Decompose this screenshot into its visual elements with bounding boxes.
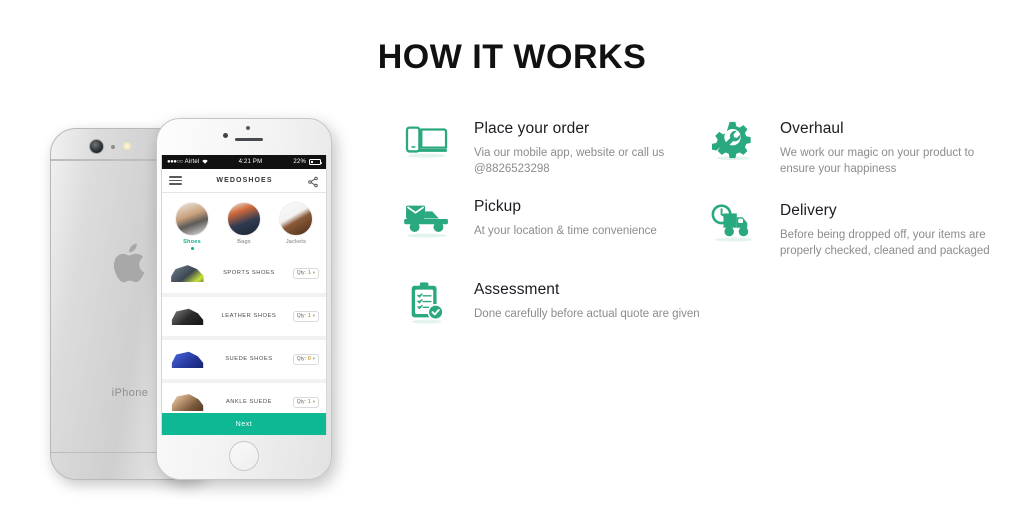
product-image-ankle-suede [171,394,204,411]
feature-description: We work our magic on your product to ens… [780,147,975,176]
category-item-shoes[interactable]: Shoes [170,202,214,250]
signal-strength-icon: ●●●○○ [167,159,183,165]
wifi-icon [201,159,208,166]
feature-description: At your location & time convenience [474,224,657,237]
feature-title: Delivery [780,201,837,219]
chevron-down-icon[interactable]: ▾ [313,399,315,405]
features-grid: Place your order Via our mobile app, web… [396,118,1008,347]
feature-delivery: Delivery Before being dropped off, your … [702,200,1008,282]
earpiece-speaker-icon [235,138,263,141]
status-time: 4:21 PM [238,159,263,165]
quantity-label: Qty: [296,399,306,405]
phone-mockup: iPhone ●●●○○ Airtel 4:21 PM 22% WEDOSHOE… [28,110,358,490]
category-thumbnail-shoes [175,202,209,236]
phone-front-view: ●●●○○ Airtel 4:21 PM 22% WEDOSHOES Shoes… [156,118,332,480]
front-camera-icon [223,133,228,138]
carrier-label: Airtel [184,159,200,165]
quantity-value: 1 [307,270,311,276]
product-image-leather-shoes [171,308,204,325]
product-image-sports-shoes [171,265,204,282]
pickup-truck-icon [396,196,458,260]
product-name: LEATHER SHOES [221,313,277,319]
product-list: SPORTS SHOES Qty: 1 ▾ LEATHER SHOES Qty:… [162,253,326,422]
quantity-label: Qty: [296,313,306,319]
feature-title: Assessment [474,281,560,299]
product-name: ANKLE SUEDE [225,399,272,405]
feature-description: Via our mobile app, website or call us @… [474,147,665,176]
hamburger-icon[interactable] [169,174,182,188]
app-header: WEDOSHOES [162,169,326,193]
phone-chin [157,435,331,479]
gear-wrench-icon [702,118,764,178]
product-row[interactable]: SPORTS SHOES Qty: 1 ▾ [162,253,326,293]
product-row[interactable]: LEATHER SHOES Qty: 1 ▾ [162,296,326,336]
quantity-stepper[interactable]: Qty: 1 ▾ [292,310,319,322]
features-row-2: Pickup At your location & time convenien… [396,198,1008,282]
product-image-suede-shoes [171,351,204,368]
quantity-stepper[interactable]: Qty: 1 ▾ [292,396,319,408]
chevron-down-icon[interactable]: ▾ [313,270,315,276]
feature-title: Pickup [474,197,522,215]
app-brand-title: WEDOSHOES [216,177,273,184]
home-button[interactable] [229,441,259,471]
rear-camera-icon [89,139,104,154]
feature-pickup: Pickup At your location & time convenien… [396,196,702,282]
chevron-down-icon[interactable]: ▾ [313,356,315,362]
category-label: Bags [237,239,251,245]
product-row[interactable]: SUEDE SHOES Qty: 0 ▾ [162,339,326,379]
category-label: Jackets [285,239,307,245]
feature-description: Before being dropped off, your items are… [780,228,990,257]
clipboard-check-icon [396,279,458,325]
active-category-indicator [190,246,194,250]
phone-earpiece-area [157,119,331,155]
rear-microphone-icon [111,145,115,149]
features-row-1: Place your order Via our mobile app, web… [396,118,1008,200]
product-name: SPORTS SHOES [223,270,275,276]
feature-overhaul: Overhaul We work our magic on your produ… [702,118,1008,200]
delivery-truck-clock-icon [702,200,764,260]
quantity-label: Qty: [296,270,306,276]
category-strip: Shoes Bags Jackets [162,193,326,254]
devices-icon [396,118,458,178]
next-button[interactable]: Next [162,413,326,435]
proximity-sensor-icon [246,126,250,130]
quantity-value: 1 [307,399,311,405]
feature-placeholder-empty [702,281,1008,347]
feature-title: Place your order [474,120,590,137]
how-it-works-page: HOW IT WORKS iPhone ●●●○○ Airtel 4:21 PM… [0,0,1024,521]
chevron-down-icon[interactable]: ▾ [313,313,315,319]
quantity-label: Qty: [296,356,306,362]
share-icon[interactable] [307,175,319,187]
status-bar: ●●●○○ Airtel 4:21 PM 22% [162,155,326,169]
quantity-stepper[interactable]: Qty: 0 ▾ [292,353,319,365]
quantity-value: 0 [307,356,311,362]
category-item-jackets[interactable]: Jackets [274,202,318,250]
category-label: Shoes [183,239,201,245]
quantity-value: 1 [307,313,311,319]
page-title: HOW IT WORKS [377,38,647,76]
quantity-stepper[interactable]: Qty: 1 ▾ [292,267,319,279]
product-name: SUEDE SHOES [225,356,273,362]
feature-title: Overhaul [780,120,844,137]
category-thumbnail-bags [227,202,261,236]
feature-description: Done carefully before actual quote are g… [474,308,700,321]
phone-screen: ●●●○○ Airtel 4:21 PM 22% WEDOSHOES Shoes… [161,155,327,435]
rear-flash-icon [123,142,131,150]
features-row-3: Assessment Done carefully before actual … [396,281,1008,347]
battery-icon [308,159,323,165]
feature-assessment: Assessment Done carefully before actual … [396,279,702,347]
category-thumbnail-jackets [279,202,313,236]
apple-logo-icon [113,241,151,285]
feature-place-your-order: Place your order Via our mobile app, web… [396,118,702,200]
category-item-bags[interactable]: Bags [222,202,266,250]
battery-percent: 22% [293,159,306,165]
